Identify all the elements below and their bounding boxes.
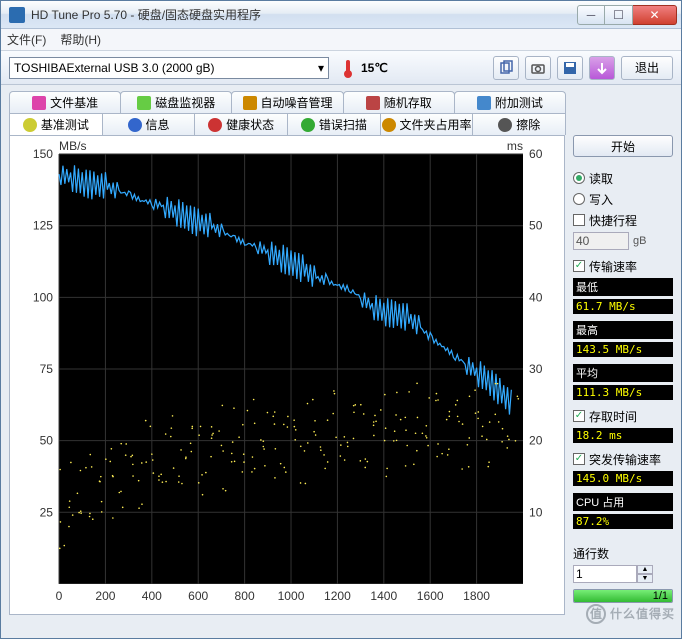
svg-text:60: 60 — [529, 147, 543, 161]
write-radio[interactable] — [573, 193, 585, 205]
tab-row-1: 文件基准磁盘监视器自动噪音管理随机存取附加测试 — [9, 91, 565, 113]
svg-text:1000: 1000 — [278, 589, 305, 603]
write-label: 写入 — [589, 191, 613, 208]
titlebar: HD Tune Pro 5.70 - 硬盘/固态硬盘实用程序 ─ ☐ ✕ — [1, 1, 681, 29]
copy-button[interactable] — [493, 56, 519, 80]
svg-text:50: 50 — [40, 434, 54, 448]
svg-text:75: 75 — [40, 362, 54, 376]
access-time-checkbox[interactable]: ✓ — [573, 410, 585, 422]
svg-text:600: 600 — [188, 589, 208, 603]
svg-text:25: 25 — [40, 505, 54, 519]
max-value: 143.5 MB/s — [573, 342, 673, 357]
burst-checkbox[interactable]: ✓ — [573, 453, 585, 465]
burst-value: 145.0 MB/s — [573, 471, 673, 486]
app-icon — [9, 7, 25, 23]
min-label: 最低 — [573, 278, 673, 296]
side-panel: 开始 读取 写入 快捷行程 gB ✓传输速率 最低 61.7 MB/s 最高 1… — [573, 91, 673, 615]
progress-text: 1/1 — [653, 590, 668, 602]
minimize-button[interactable]: ─ — [577, 5, 605, 25]
svg-text:50: 50 — [529, 219, 543, 233]
passes-down[interactable]: ▼ — [637, 574, 653, 583]
refresh-button[interactable] — [589, 56, 615, 80]
svg-text:200: 200 — [95, 589, 115, 603]
watermark: 什么值得买 — [586, 604, 675, 624]
dropdown-arrow-icon: ▾ — [318, 61, 324, 75]
toolbar: TOSHIBAExternal USB 3.0 (2000 gB) ▾ 15℃ … — [1, 51, 681, 85]
thermometer-icon — [341, 58, 355, 78]
temperature: 15℃ — [341, 58, 388, 78]
tab-错误扫描[interactable]: 错误扫描 — [287, 113, 381, 135]
drive-select-value: TOSHIBAExternal USB 3.0 (2000 gB) — [14, 61, 215, 75]
passes-label: 通行数 — [573, 545, 673, 562]
access-time-value: 18.2 ms — [573, 428, 673, 443]
min-value: 61.7 MB/s — [573, 299, 673, 314]
svg-text:1600: 1600 — [417, 589, 444, 603]
passes-up[interactable]: ▲ — [637, 565, 653, 574]
menubar: 文件(F) 帮助(H) — [1, 29, 681, 51]
svg-text:1400: 1400 — [370, 589, 397, 603]
screenshot-button[interactable] — [525, 56, 551, 80]
svg-text:100: 100 — [33, 290, 53, 304]
menu-file[interactable]: 文件(F) — [7, 31, 46, 48]
transfer-rate-checkbox[interactable]: ✓ — [573, 260, 585, 272]
tab-自动噪音管理[interactable]: 自动噪音管理 — [231, 91, 343, 113]
tab-文件基准[interactable]: 文件基准 — [9, 91, 121, 113]
cpu-value: 87.2% — [573, 514, 673, 529]
svg-text:20: 20 — [529, 434, 543, 448]
tab-健康状态[interactable]: 健康状态 — [194, 113, 288, 135]
svg-text:800: 800 — [235, 589, 255, 603]
svg-text:10: 10 — [529, 505, 543, 519]
avg-value: 111.3 MB/s — [573, 385, 673, 400]
svg-text:150: 150 — [33, 147, 53, 161]
passes-input[interactable] — [573, 565, 637, 583]
save-button[interactable] — [557, 56, 583, 80]
tab-擦除[interactable]: 擦除 — [472, 113, 566, 135]
access-time-label: 存取时间 — [589, 408, 637, 425]
short-stroke-checkbox[interactable] — [573, 214, 585, 226]
tab-基准测试[interactable]: 基准测试 — [9, 113, 103, 135]
svg-text:0: 0 — [56, 589, 63, 603]
drive-select[interactable]: TOSHIBAExternal USB 3.0 (2000 gB) ▾ — [9, 57, 329, 79]
tab-随机存取[interactable]: 随机存取 — [343, 91, 455, 113]
avg-label: 平均 — [573, 364, 673, 382]
benchmark-chart: 0 200 400 600 800 1000 1200 1400 1600 1800 25 50 75 1… — [16, 140, 558, 612]
svg-text:MB/s: MB/s — [59, 140, 86, 153]
svg-text:30: 30 — [529, 362, 543, 376]
window-title: HD Tune Pro 5.70 - 硬盘/固态硬盘实用程序 — [31, 6, 577, 23]
chart-container: 0 200 400 600 800 1000 1200 1400 1600 1800 25 50 75 1… — [9, 135, 565, 615]
svg-text:400: 400 — [142, 589, 162, 603]
svg-text:125: 125 — [33, 219, 53, 233]
svg-text:40: 40 — [529, 290, 543, 304]
short-stroke-label: 快捷行程 — [589, 212, 637, 229]
tab-附加测试[interactable]: 附加测试 — [454, 91, 566, 113]
read-radio[interactable] — [573, 172, 585, 184]
svg-text:1800: 1800 — [463, 589, 490, 603]
progress-bar: 1/1 — [573, 589, 673, 603]
cpu-label: CPU 占用 — [573, 493, 673, 511]
start-button[interactable]: 开始 — [573, 135, 673, 157]
svg-text:1200: 1200 — [324, 589, 351, 603]
tab-文件夹占用率[interactable]: 文件夹占用率 — [380, 113, 474, 135]
max-label: 最高 — [573, 321, 673, 339]
maximize-button[interactable]: ☐ — [605, 5, 633, 25]
tab-磁盘监视器[interactable]: 磁盘监视器 — [120, 91, 232, 113]
menu-help[interactable]: 帮助(H) — [60, 31, 101, 48]
svg-text:ms: ms — [507, 140, 523, 153]
tab-row-2: 基准测试信息健康状态错误扫描文件夹占用率擦除 — [9, 113, 565, 135]
close-button[interactable]: ✕ — [633, 5, 677, 25]
temperature-value: 15℃ — [361, 61, 388, 75]
tab-信息[interactable]: 信息 — [102, 113, 196, 135]
burst-label: 突发传输速率 — [589, 451, 661, 468]
short-stroke-input — [573, 232, 629, 250]
read-label: 读取 — [589, 170, 613, 187]
exit-button[interactable]: 退出 — [621, 56, 673, 80]
transfer-rate-label: 传输速率 — [589, 258, 637, 275]
